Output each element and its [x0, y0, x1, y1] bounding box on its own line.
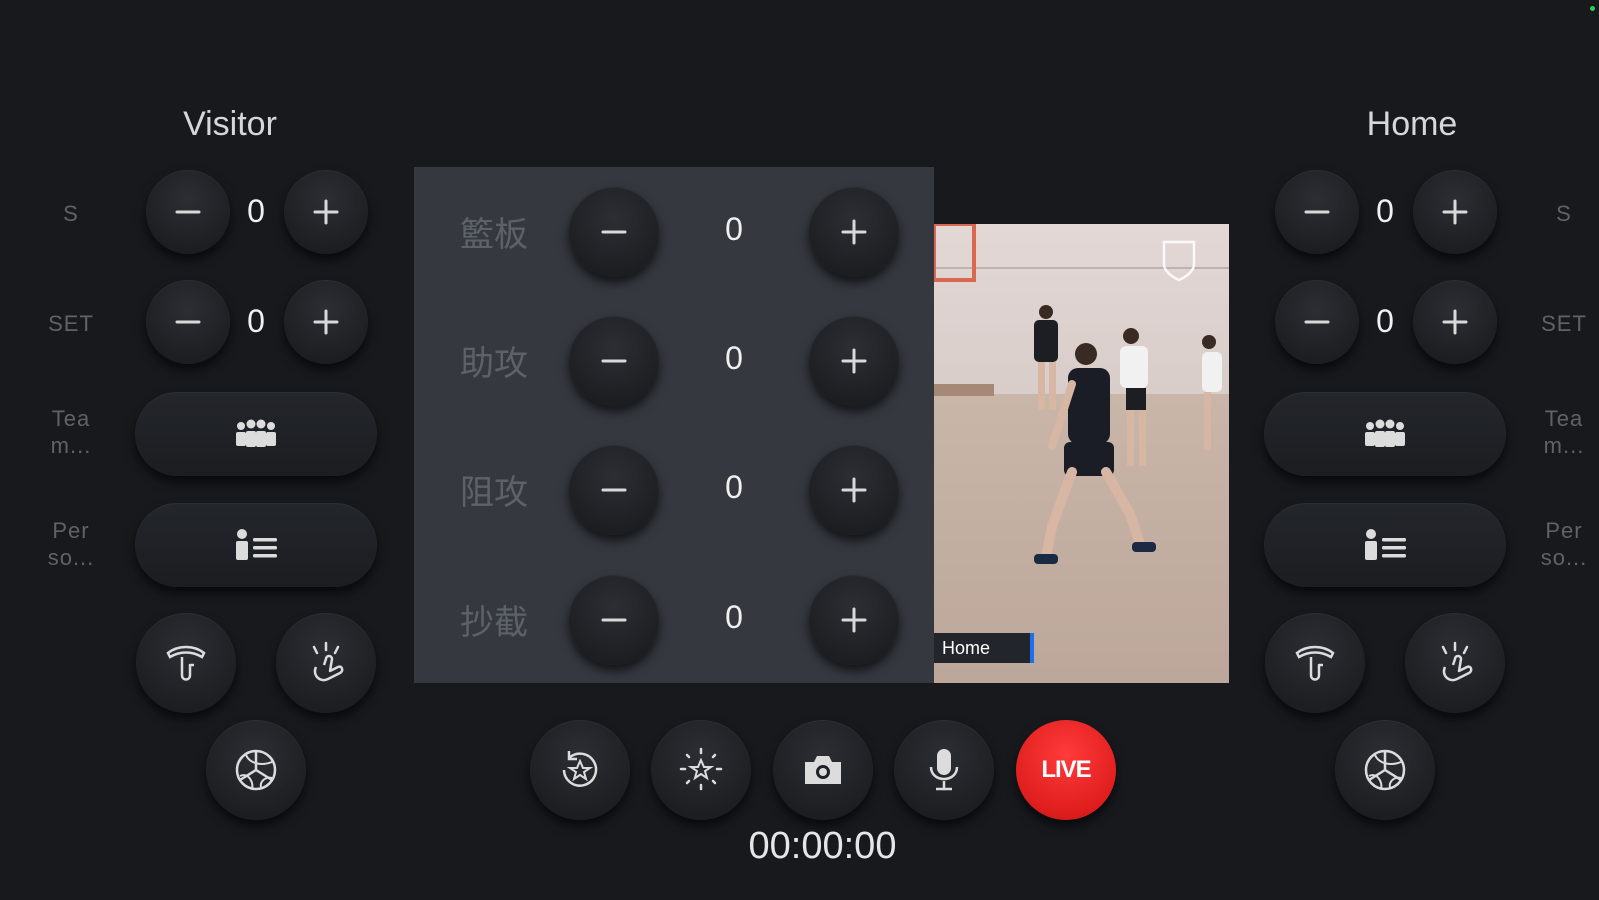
stats-panel: 籃板 0 助攻 0 阻攻 0 抄截 0 [414, 167, 934, 683]
stat-block-minus-button[interactable] [569, 445, 659, 535]
stat-label-block: 阻攻 [460, 474, 528, 512]
visitor-set-label: SET [48, 311, 94, 336]
tap-icon [312, 641, 344, 682]
plus-icon [1442, 309, 1468, 335]
visitor-score-value: 0 [247, 193, 265, 229]
stat-rebound-value: 0 [725, 211, 743, 247]
home-title: Home [1366, 105, 1458, 143]
stat-label-assist: 助攻 [460, 345, 528, 383]
plus-icon [313, 309, 339, 335]
visitor-score-minus-button[interactable] [146, 170, 230, 254]
visitor-set-plus-button[interactable] [284, 280, 368, 364]
stat-steal-plus-button[interactable] [809, 575, 899, 665]
camera-preview[interactable]: Home [934, 224, 1229, 683]
status-dot [1590, 6, 1595, 11]
plus-icon [841, 607, 867, 633]
stat-assist-value: 0 [725, 340, 743, 376]
stat-rebound-minus-button[interactable] [569, 187, 659, 277]
stat-steal-value: 0 [725, 599, 743, 635]
mic-icon [929, 749, 959, 791]
highlight-button[interactable] [651, 720, 751, 820]
mic-button[interactable] [894, 720, 994, 820]
home-score-value: 0 [1376, 193, 1394, 229]
home-score-minus-button[interactable] [1275, 170, 1359, 254]
home-team-label: Tea m... [1543, 406, 1585, 458]
home-person-button[interactable] [1264, 503, 1506, 587]
visitor-tap-button[interactable] [276, 613, 376, 713]
stat-assist-plus-button[interactable] [809, 316, 899, 406]
plus-icon [313, 199, 339, 225]
replay-star-button[interactable] [530, 720, 630, 820]
tap-icon [1441, 641, 1473, 682]
person-list-icon [1365, 529, 1406, 560]
pick-icon [1295, 645, 1335, 681]
camera-icon [805, 756, 841, 784]
visitor-set-minus-button[interactable] [146, 280, 230, 364]
volleyball-icon [1364, 749, 1406, 791]
stat-label-rebound: 籃板 [460, 216, 528, 254]
person-list-icon [236, 529, 277, 560]
home-set-plus-button[interactable] [1413, 280, 1497, 364]
visitor-score-label: S [63, 201, 79, 226]
minus-icon [1304, 320, 1330, 324]
minus-icon [1304, 210, 1330, 214]
visitor-team-label: Tea m... [50, 406, 92, 458]
camera-button[interactable] [773, 720, 873, 820]
minus-icon [601, 230, 627, 234]
plus-icon [841, 477, 867, 503]
preview-overlay-label: Home [934, 633, 1034, 663]
stat-rebound-plus-button[interactable] [809, 187, 899, 277]
home-volleyball-button[interactable] [1335, 720, 1435, 820]
pick-icon [166, 645, 206, 681]
home-team-button[interactable] [1264, 392, 1506, 476]
visitor-pick-button[interactable] [136, 613, 236, 713]
visitor-score-plus-button[interactable] [284, 170, 368, 254]
home-set-value: 0 [1376, 303, 1394, 339]
plus-icon [1442, 199, 1468, 225]
visitor-person-button[interactable] [135, 503, 377, 587]
highlight-icon [679, 747, 723, 791]
minus-icon [601, 359, 627, 363]
visitor-title: Visitor [183, 105, 277, 143]
stat-assist-minus-button[interactable] [569, 316, 659, 406]
home-set-minus-button[interactable] [1275, 280, 1359, 364]
home-score-plus-button[interactable] [1413, 170, 1497, 254]
home-set-label: SET [1541, 311, 1587, 336]
stat-label-steal: 抄截 [460, 604, 528, 642]
stat-steal-minus-button[interactable] [569, 575, 659, 665]
visitor-set-value: 0 [247, 303, 265, 339]
preview-image [934, 224, 1229, 683]
stat-block-plus-button[interactable] [809, 445, 899, 535]
minus-icon [175, 320, 201, 324]
home-person-label: Per so... [1540, 518, 1588, 570]
stat-block-value: 0 [725, 469, 743, 505]
recording-timer: 00:00:00 [748, 825, 897, 867]
minus-icon [175, 210, 201, 214]
visitor-team-button[interactable] [135, 392, 377, 476]
home-tap-button[interactable] [1405, 613, 1505, 713]
plus-icon [841, 219, 867, 245]
visitor-volleyball-button[interactable] [206, 720, 306, 820]
team-icon [1365, 419, 1405, 447]
team-icon [236, 419, 276, 447]
live-button[interactable]: LIVE [1016, 720, 1116, 820]
minus-icon [601, 618, 627, 622]
volleyball-icon [235, 749, 277, 791]
minus-icon [601, 488, 627, 492]
plus-icon [841, 348, 867, 374]
replay-star-icon [562, 751, 598, 787]
visitor-person-label: Per so... [47, 518, 95, 570]
home-pick-button[interactable] [1265, 613, 1365, 713]
home-score-label: S [1556, 201, 1572, 226]
